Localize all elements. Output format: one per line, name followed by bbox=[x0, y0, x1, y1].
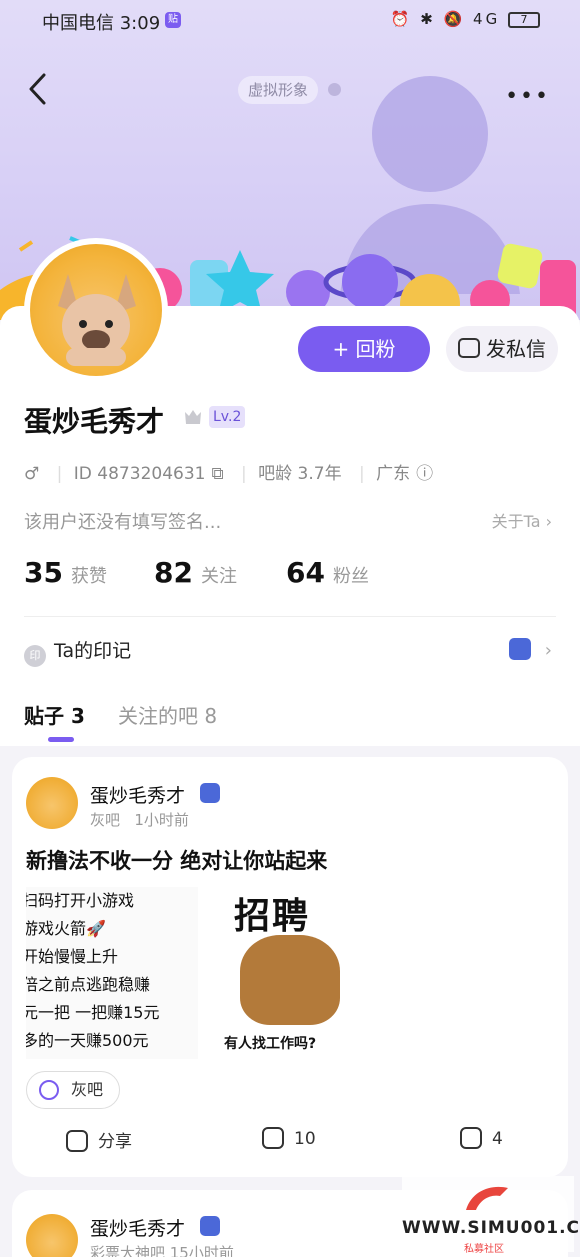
battery-icon: 7 bbox=[508, 11, 540, 28]
signature: 该用户还没有填写签名... bbox=[24, 512, 222, 533]
forum-age: 吧龄 3.7年 bbox=[258, 464, 342, 484]
mark-label: Ta的印记 bbox=[54, 640, 132, 662]
app-notification-icon: 贴 bbox=[165, 12, 181, 28]
follow-back-button[interactable]: + 回粉 bbox=[298, 326, 430, 372]
chevron-right-icon: › bbox=[544, 640, 552, 661]
post-author[interactable]: 蛋炒毛秀才 bbox=[90, 781, 185, 808]
profile-name: 蛋炒毛秀才 bbox=[24, 405, 165, 438]
medal-icon bbox=[200, 783, 220, 803]
post-image-meme[interactable]: 招聘 有人找工作吗? bbox=[204, 887, 374, 1059]
gender-icon: ♂ bbox=[24, 464, 40, 484]
bear-image bbox=[240, 935, 340, 1025]
dog-photo bbox=[58, 274, 136, 366]
post-meta: 灰吧 1小时前 bbox=[90, 811, 189, 829]
copy-icon[interactable]: ⧉ bbox=[211, 464, 223, 484]
post-image-text[interactable]: 扫码打开小游戏 游戏火箭🚀 开始慢慢上升 倍之前点逃跑稳赚 元一把 一把赚15元… bbox=[26, 887, 198, 1059]
comment-icon bbox=[262, 1127, 284, 1149]
watermark: WWW.SIMU001.CN 私募社区 bbox=[402, 1176, 580, 1255]
chevron-left-icon[interactable] bbox=[26, 72, 52, 106]
ta-mark-row[interactable]: 印 Ta的印记 bbox=[24, 636, 131, 667]
virtual-avatar-chip[interactable]: 虚拟形象 bbox=[238, 76, 319, 104]
help-icon[interactable]: ⓘ bbox=[416, 464, 433, 484]
medal-icon bbox=[200, 1216, 220, 1236]
divider bbox=[24, 616, 556, 617]
user-id[interactable]: ID 4873204631 bbox=[74, 464, 206, 484]
region: 广东 bbox=[376, 464, 411, 484]
post-avatar[interactable] bbox=[26, 777, 78, 829]
about-link[interactable]: 关于Ta › bbox=[492, 508, 552, 532]
forum-icon bbox=[39, 1080, 59, 1100]
seal-icon: 印 bbox=[24, 645, 46, 667]
avatar-image bbox=[30, 244, 162, 376]
profile-meta: ♂ | ID 4873204631 ⧉ | 吧龄 3.7年 | 广东 ⓘ bbox=[24, 464, 434, 484]
like-button[interactable]: 4 bbox=[460, 1127, 503, 1149]
post-actions: 分享 10 4 bbox=[12, 1127, 568, 1157]
watermark-url: WWW.SIMU001.CN bbox=[402, 1218, 580, 1238]
meme-title: 招聘 bbox=[234, 896, 311, 937]
mark-link[interactable]: › bbox=[508, 638, 552, 661]
chevron-right-icon: › bbox=[545, 512, 552, 531]
meme-caption: 有人找工作吗? bbox=[224, 1036, 317, 1052]
share-button[interactable]: 分享 bbox=[66, 1127, 132, 1152]
status-right-icons: ⏰ ✱ 🔕 4G 7 bbox=[391, 10, 540, 28]
watermark-sub: 私募社区 bbox=[464, 1244, 504, 1255]
send-message-button[interactable]: 发私信 bbox=[446, 326, 558, 372]
avatar[interactable] bbox=[24, 238, 168, 382]
stat-likes[interactable]: 35 获赞 bbox=[24, 556, 107, 589]
tab-followed-forums[interactable]: 关注的吧 8 bbox=[118, 700, 217, 729]
stat-following[interactable]: 82 关注 bbox=[154, 556, 237, 589]
post-meta: 彩票大神吧 15小时前 bbox=[90, 1244, 234, 1257]
post-author[interactable]: 蛋炒毛秀才 bbox=[90, 1214, 185, 1241]
tab-posts[interactable]: 贴子 3 bbox=[24, 700, 85, 729]
watermark-logo bbox=[466, 1186, 508, 1210]
mail-icon bbox=[458, 338, 480, 358]
share-icon bbox=[66, 1130, 88, 1152]
stat-followers[interactable]: 64 粉丝 bbox=[286, 556, 369, 589]
post-card[interactable]: 蛋炒毛秀才 灰吧 1小时前 新撸法不收一分 绝对让你站起来 扫码打开小游戏 游戏… bbox=[12, 757, 568, 1177]
send-message-label: 发私信 bbox=[486, 337, 546, 361]
status-bar: 中国电信 3:09 贴 ⏰ ✱ 🔕 4G 7 bbox=[0, 8, 580, 34]
thumbs-up-icon bbox=[460, 1127, 482, 1149]
level-badge: Lv.2 bbox=[209, 406, 246, 428]
post-avatar[interactable] bbox=[26, 1214, 78, 1257]
comment-button[interactable]: 10 bbox=[262, 1127, 316, 1149]
carrier-time: 中国电信 3:09 bbox=[42, 13, 161, 34]
forum-chip[interactable]: 灰吧 bbox=[26, 1071, 121, 1109]
post-title: 新撸法不收一分 绝对让你站起来 bbox=[26, 849, 328, 873]
crown-icon bbox=[185, 410, 201, 424]
medal-icon bbox=[508, 638, 531, 660]
tab-indicator bbox=[48, 737, 74, 742]
